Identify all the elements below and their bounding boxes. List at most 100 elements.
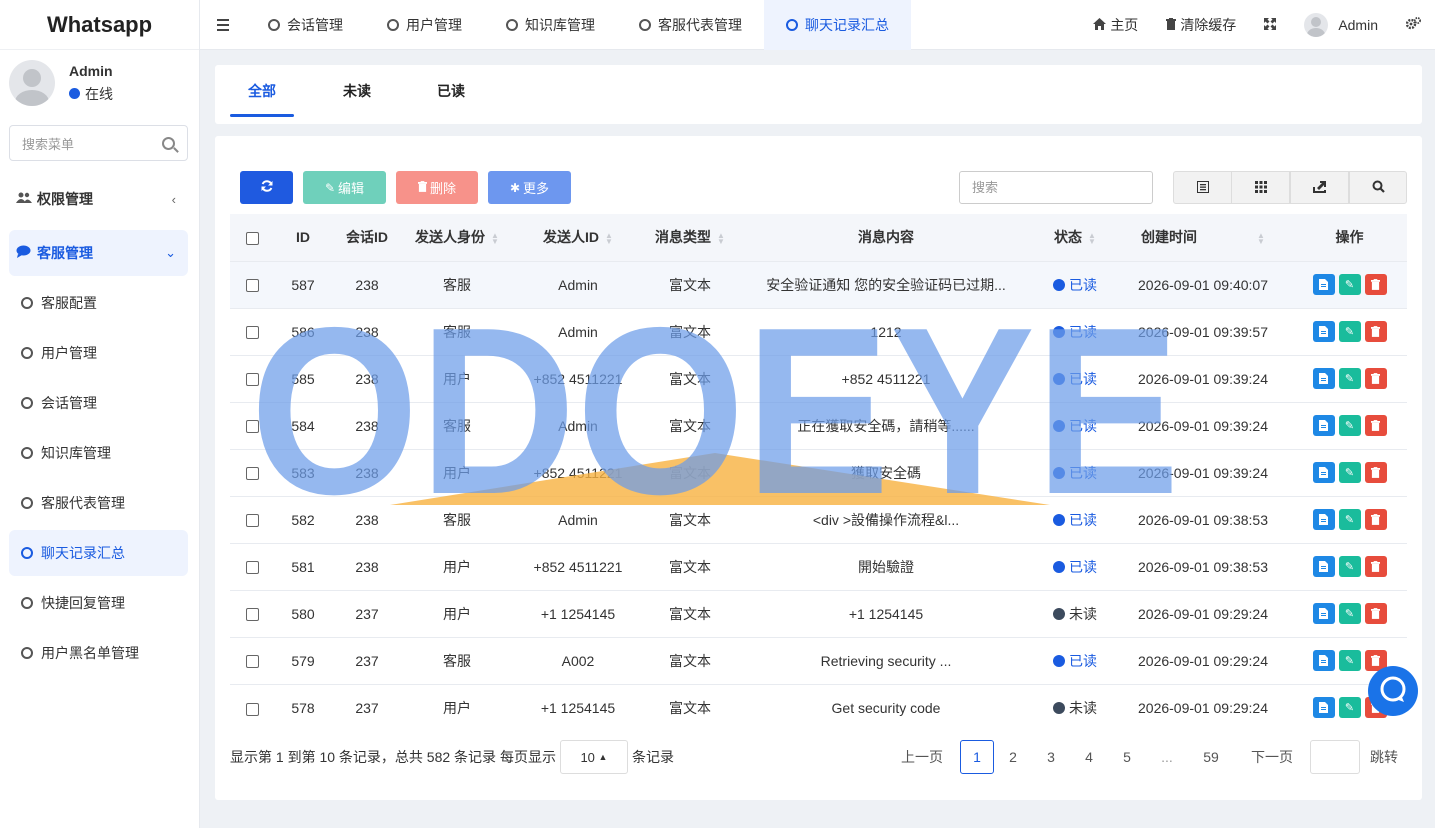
toggle-view-button[interactable] xyxy=(1173,171,1232,204)
view-row-button[interactable] xyxy=(1312,274,1335,295)
fullscreen-button[interactable] xyxy=(1250,17,1290,33)
sidebar-item-users[interactable]: 用户管理 xyxy=(9,330,188,376)
table-row[interactable]: 584 238 客服 Admin 富文本 正在獲取安全碼，請稍等...... 已读 2026-… xyxy=(230,401,1407,449)
home-link[interactable]: 主页 xyxy=(1079,15,1152,35)
menu-group-permissions[interactable]: 权限管理 ‹ xyxy=(9,176,188,222)
sidebar-item-quick-replies[interactable]: 快捷回复管理 xyxy=(9,580,188,626)
delete-row-button[interactable] xyxy=(1364,462,1387,483)
jump-page-input[interactable] xyxy=(1310,740,1360,774)
sidebar-item-blacklist[interactable]: 用户黑名单管理 xyxy=(9,630,188,676)
export-button[interactable] xyxy=(1290,171,1349,204)
settings-button[interactable] xyxy=(1392,17,1435,33)
filter-tab-all[interactable]: 全部 xyxy=(230,65,294,117)
edit-row-button[interactable]: ✎ xyxy=(1338,556,1361,577)
table-row[interactable]: 578 237 用户 +1 1254145 富文本 Get security code 未读… xyxy=(230,683,1407,731)
delete-row-button[interactable] xyxy=(1364,556,1387,577)
page-button-4[interactable]: 4 xyxy=(1070,740,1108,774)
edit-button[interactable]: ✎ 编辑 xyxy=(303,171,386,204)
page-button-2[interactable]: 2 xyxy=(994,740,1032,774)
view-row-button[interactable] xyxy=(1312,697,1335,719)
row-checkbox[interactable] xyxy=(245,279,259,293)
row-checkbox[interactable] xyxy=(245,561,259,575)
edit-row-button[interactable]: ✎ xyxy=(1338,509,1361,530)
floating-chat-button[interactable] xyxy=(1368,666,1418,716)
edit-row-button[interactable]: ✎ xyxy=(1338,321,1361,342)
header-session-id[interactable]: 会话ID xyxy=(332,214,402,261)
header-sender-id[interactable]: 发送人ID ▲ ▼ xyxy=(512,214,644,261)
more-button[interactable]: ✱ 更多 xyxy=(488,171,571,204)
table-row[interactable]: 582 238 客服 Admin 富文本 <div >設備操作流程&l... 已读 2026-… xyxy=(230,495,1407,543)
edit-row-button[interactable]: ✎ xyxy=(1338,274,1361,295)
delete-row-button[interactable] xyxy=(1364,603,1387,624)
table-search-input[interactable] xyxy=(959,171,1153,204)
clear-cache-button[interactable]: 清除缓存 xyxy=(1152,15,1250,35)
tab-agents[interactable]: 客服代表管理 xyxy=(617,0,764,50)
tab-knowledge-base[interactable]: 知识库管理 xyxy=(484,0,617,50)
edit-row-button[interactable]: ✎ xyxy=(1338,603,1361,624)
sidebar-item-chat-records[interactable]: 聊天记录汇总 xyxy=(9,530,188,576)
view-row-button[interactable] xyxy=(1312,462,1335,483)
delete-button[interactable]: 删除 xyxy=(396,171,478,204)
row-checkbox[interactable] xyxy=(245,326,259,340)
edit-row-button[interactable]: ✎ xyxy=(1338,697,1361,719)
prev-page-button[interactable]: 上一页 xyxy=(901,740,943,774)
header-msg-type[interactable]: 消息类型 ▲ ▼ xyxy=(644,214,736,261)
edit-row-button[interactable]: ✎ xyxy=(1338,368,1361,389)
tab-chat-records[interactable]: 聊天记录汇总 xyxy=(764,0,911,50)
row-checkbox[interactable] xyxy=(245,420,259,434)
delete-row-button[interactable] xyxy=(1364,368,1387,389)
advanced-search-button[interactable] xyxy=(1349,171,1407,204)
row-checkbox[interactable] xyxy=(245,467,259,481)
delete-row-button[interactable] xyxy=(1364,509,1387,530)
view-row-button[interactable] xyxy=(1312,368,1335,389)
row-checkbox[interactable] xyxy=(245,655,259,669)
page-button-59[interactable]: 59 xyxy=(1188,740,1234,774)
delete-row-button[interactable] xyxy=(1364,415,1387,436)
sidebar-item-sessions[interactable]: 会话管理 xyxy=(9,380,188,426)
row-checkbox[interactable] xyxy=(245,373,259,387)
header-created-time[interactable]: 创建时间 ▲ ▼ xyxy=(1114,214,1292,261)
header-sender-role[interactable]: 发送人身份 ▲ ▼ xyxy=(402,214,512,261)
view-row-button[interactable] xyxy=(1312,556,1335,577)
header-id[interactable]: ID xyxy=(274,214,332,261)
menu-group-customer-service[interactable]: 客服管理 ⌄ xyxy=(9,230,188,276)
delete-row-button[interactable] xyxy=(1364,274,1387,295)
view-row-button[interactable] xyxy=(1312,650,1335,671)
table-row[interactable]: 581 238 用户 +852 4511221 富文本 開始驗證 已读 2026-09-01 … xyxy=(230,542,1407,590)
refresh-button[interactable] xyxy=(240,171,293,204)
table-row[interactable]: 579 237 客服 A002 富文本 Retrieving security ... 已读… xyxy=(230,636,1407,684)
view-row-button[interactable] xyxy=(1312,603,1335,624)
sidebar-item-agents[interactable]: 客服代表管理 xyxy=(9,480,188,526)
sidebar-item-knowledge-base[interactable]: 知识库管理 xyxy=(9,430,188,476)
table-row[interactable]: 587 238 客服 Admin 富文本 安全验证通知 您的安全验证码已过期... 已读 20… xyxy=(230,260,1407,308)
select-all-checkbox[interactable] xyxy=(245,232,259,246)
table-row[interactable]: 580 237 用户 +1 1254145 富文本 +1 1254145 未读 2026-09… xyxy=(230,589,1407,637)
edit-row-button[interactable]: ✎ xyxy=(1338,462,1361,483)
tab-users[interactable]: 用户管理 xyxy=(365,0,484,50)
row-checkbox[interactable] xyxy=(245,514,259,528)
page-button-3[interactable]: 3 xyxy=(1032,740,1070,774)
sidebar-item-service-config[interactable]: 客服配置 xyxy=(9,280,188,326)
page-button-5[interactable]: 5 xyxy=(1108,740,1146,774)
page-size-select[interactable]: 10 ▲ xyxy=(559,740,628,774)
row-checkbox[interactable] xyxy=(245,702,259,716)
user-menu[interactable]: Admin xyxy=(1290,13,1392,37)
next-page-button[interactable]: 下一页 xyxy=(1234,740,1310,774)
hamburger-menu-icon[interactable] xyxy=(200,0,246,50)
filter-tab-unread[interactable]: 未读 xyxy=(325,65,389,117)
page-button-1[interactable]: 1 xyxy=(960,740,994,774)
table-row[interactable]: 585 238 用户 +852 4511221 富文本 +852 4511221 已读 202… xyxy=(230,354,1407,402)
filter-tab-read[interactable]: 已读 xyxy=(419,65,483,117)
brand-logo[interactable]: Whatsapp xyxy=(0,0,199,50)
edit-row-button[interactable]: ✎ xyxy=(1338,415,1361,436)
table-row[interactable]: 586 238 客服 Admin 富文本 1212 已读 2026-09-01 09:39:5… xyxy=(230,307,1407,355)
view-row-button[interactable] xyxy=(1312,415,1335,436)
header-status[interactable]: 状态 ▲ ▼ xyxy=(1036,214,1114,261)
columns-button[interactable] xyxy=(1231,171,1290,204)
view-row-button[interactable] xyxy=(1312,321,1335,342)
row-checkbox[interactable] xyxy=(245,608,259,622)
tab-sessions[interactable]: 会话管理 xyxy=(246,0,365,50)
delete-row-button[interactable] xyxy=(1364,321,1387,342)
table-row[interactable]: 583 238 用户 +852 4511221 富文本 獲取安全碼 已读 2026-09-01… xyxy=(230,448,1407,496)
view-row-button[interactable] xyxy=(1312,509,1335,530)
